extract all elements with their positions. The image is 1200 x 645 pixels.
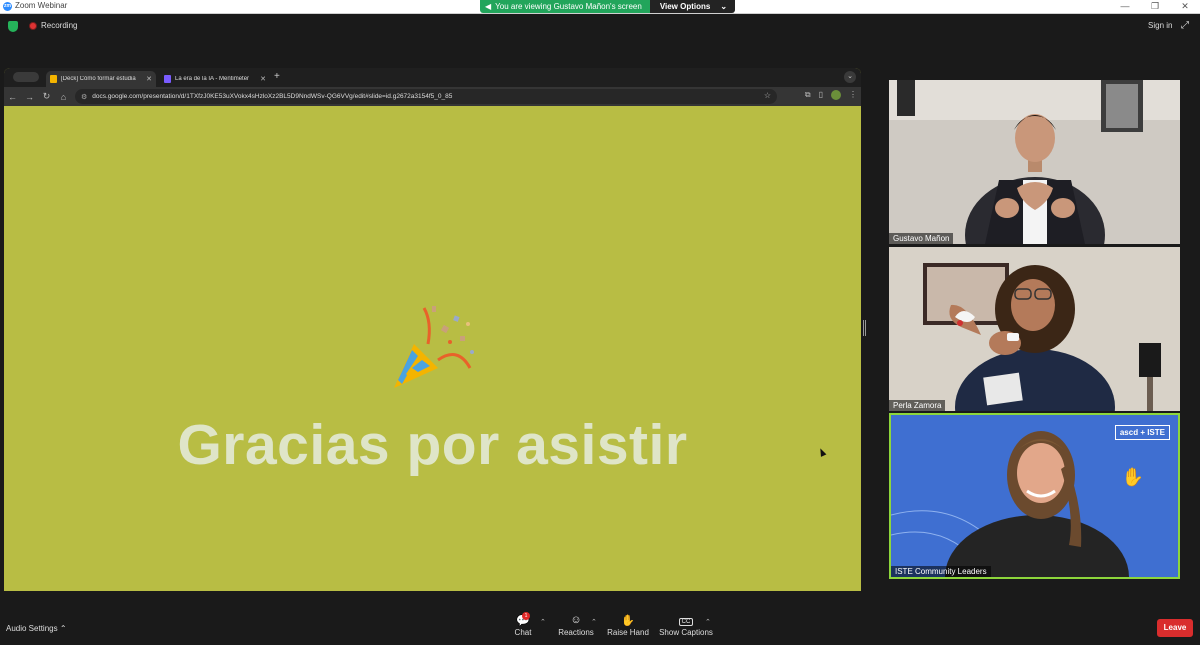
- site-info-icon[interactable]: ⚙: [81, 93, 87, 101]
- close-icon[interactable]: ✕: [146, 75, 152, 83]
- bookmark-star-icon[interactable]: ☆: [764, 91, 771, 100]
- profile-avatar[interactable]: [831, 90, 841, 100]
- recording-label: Recording: [41, 21, 78, 30]
- sign-in-button[interactable]: Sign in: [1148, 21, 1172, 30]
- chat-unread-badge: 1: [522, 612, 530, 620]
- tab-search-button[interactable]: ⌄: [844, 71, 856, 83]
- chat-button[interactable]: 💬 1 Chat: [508, 612, 538, 637]
- raise-hand-label: Raise Hand: [607, 628, 649, 637]
- reactions-label: Reactions: [558, 628, 594, 637]
- reactions-options-chevron-icon[interactable]: ⌃: [591, 618, 597, 626]
- hand-icon: ✋: [621, 615, 635, 627]
- presentation-slide: Gracias por asistir: [4, 106, 861, 591]
- browser-menu-icon[interactable]: ⋮: [849, 90, 857, 100]
- security-shield-icon[interactable]: [8, 21, 18, 32]
- leave-button[interactable]: Leave: [1157, 619, 1193, 637]
- forward-arrow-icon[interactable]: →: [21, 92, 38, 102]
- close-window-button[interactable]: ✕: [1170, 0, 1200, 14]
- window-titlebar: zm Zoom Webinar ◀ You are viewing Gustav…: [0, 0, 1200, 14]
- participant-video: [889, 247, 1180, 411]
- browser-toolbar: ← → ↻ ⌂ ⚙ docs.google.com/presentation/d…: [4, 87, 861, 106]
- chat-options-chevron-icon[interactable]: ⌃: [540, 618, 546, 626]
- video-tile-perla[interactable]: Perla Zamora: [889, 247, 1180, 411]
- audio-settings-button[interactable]: Audio Settings ⌃: [6, 624, 67, 633]
- participant-video: [889, 80, 1180, 244]
- chat-label: Chat: [514, 628, 532, 637]
- tab-title: [Deck] Cómo formar estudia: [61, 76, 136, 82]
- smiley-icon: ☺: [570, 614, 582, 626]
- reload-icon[interactable]: ↻: [38, 91, 55, 102]
- home-icon[interactable]: ⌂: [55, 92, 72, 102]
- extensions-icon[interactable]: ⧉: [805, 90, 811, 100]
- tab-title: La era de la IA - Mentimeter: [175, 76, 250, 82]
- tab-slides-deck[interactable]: [Deck] Cómo formar estudia ✕: [46, 71, 156, 87]
- tab-group-pill[interactable]: [13, 72, 39, 82]
- captions-options-chevron-icon[interactable]: ⌃: [705, 618, 711, 626]
- browser-toolbar-actions: ⧉ ▯ ⋮: [805, 90, 857, 100]
- slide-title: Gracias por asistir: [177, 413, 688, 477]
- show-captions-label: Show Captions: [659, 628, 713, 637]
- chevron-up-icon: ⌃: [59, 624, 67, 633]
- panel-resize-handle[interactable]: [863, 320, 866, 336]
- screen-share-icon: ◀: [485, 2, 492, 11]
- slides-favicon-icon: [50, 75, 57, 83]
- meeting-controls-bar: Audio Settings ⌃ 💬 1 Chat ⌃ ☺ Reactions …: [0, 604, 1200, 645]
- zoom-logo-icon: zm: [3, 2, 12, 11]
- mentimeter-favicon-icon: [164, 75, 171, 83]
- video-tile-iste[interactable]: ascd + ISTE ✋ ISTE Community Leaders: [889, 413, 1180, 579]
- reactions-button[interactable]: ☺ Reactions: [556, 614, 596, 637]
- url-text: docs.google.com/presentation/d/1TXfzJ0KE…: [92, 93, 453, 100]
- new-tab-button[interactable]: +: [274, 71, 280, 82]
- minimize-button[interactable]: —: [1110, 0, 1140, 14]
- chevron-down-icon: ⌄: [720, 2, 728, 11]
- back-arrow-icon[interactable]: ←: [4, 92, 21, 102]
- party-popper-icon: [394, 306, 474, 388]
- maximize-button[interactable]: ❐: [1140, 0, 1170, 14]
- participant-name-label: Perla Zamora: [889, 400, 946, 411]
- view-options-label: View Options: [659, 2, 711, 11]
- raise-hand-button[interactable]: ✋ Raise Hand: [606, 614, 650, 637]
- viewing-screen-indicator: ◀ You are viewing Gustavo Mañon's screen: [480, 0, 650, 13]
- sidepanel-icon[interactable]: ▯: [819, 90, 823, 100]
- captions-icon-text: CC: [678, 618, 694, 626]
- screen-share-banner: ◀ You are viewing Gustavo Mañon's screen…: [480, 0, 736, 13]
- window-title: Zoom Webinar: [15, 1, 68, 10]
- viewing-screen-text: You are viewing Gustavo Mañon's screen: [495, 2, 642, 11]
- meeting-topbar: Recording Sign in ⤢: [0, 14, 1200, 40]
- shared-browser-window: [Deck] Cómo formar estudia ✕ La era de l…: [4, 68, 861, 591]
- browser-tabbar: [Deck] Cómo formar estudia ✕ La era de l…: [4, 68, 861, 87]
- close-icon[interactable]: ✕: [260, 75, 266, 83]
- address-bar[interactable]: ⚙ docs.google.com/presentation/d/1TXfzJ0…: [75, 89, 777, 104]
- recording-icon: [29, 22, 37, 30]
- video-tile-gustavo[interactable]: Gustavo Mañon: [889, 80, 1180, 244]
- ascd-iste-logo: ascd + ISTE: [1114, 425, 1170, 440]
- view-options-button[interactable]: View Options ⌄: [649, 0, 736, 13]
- waving-hand-icon: ✋: [1121, 467, 1144, 487]
- fullscreen-icon[interactable]: ⤢: [1181, 20, 1189, 31]
- participant-name-label: Gustavo Mañon: [889, 233, 954, 244]
- tab-mentimeter[interactable]: La era de la IA - Mentimeter ✕: [160, 71, 270, 87]
- window-controls: — ❐ ✕: [1110, 0, 1200, 14]
- participant-name-label: ISTE Community Leaders: [891, 566, 991, 577]
- audio-settings-label: Audio Settings: [6, 624, 58, 633]
